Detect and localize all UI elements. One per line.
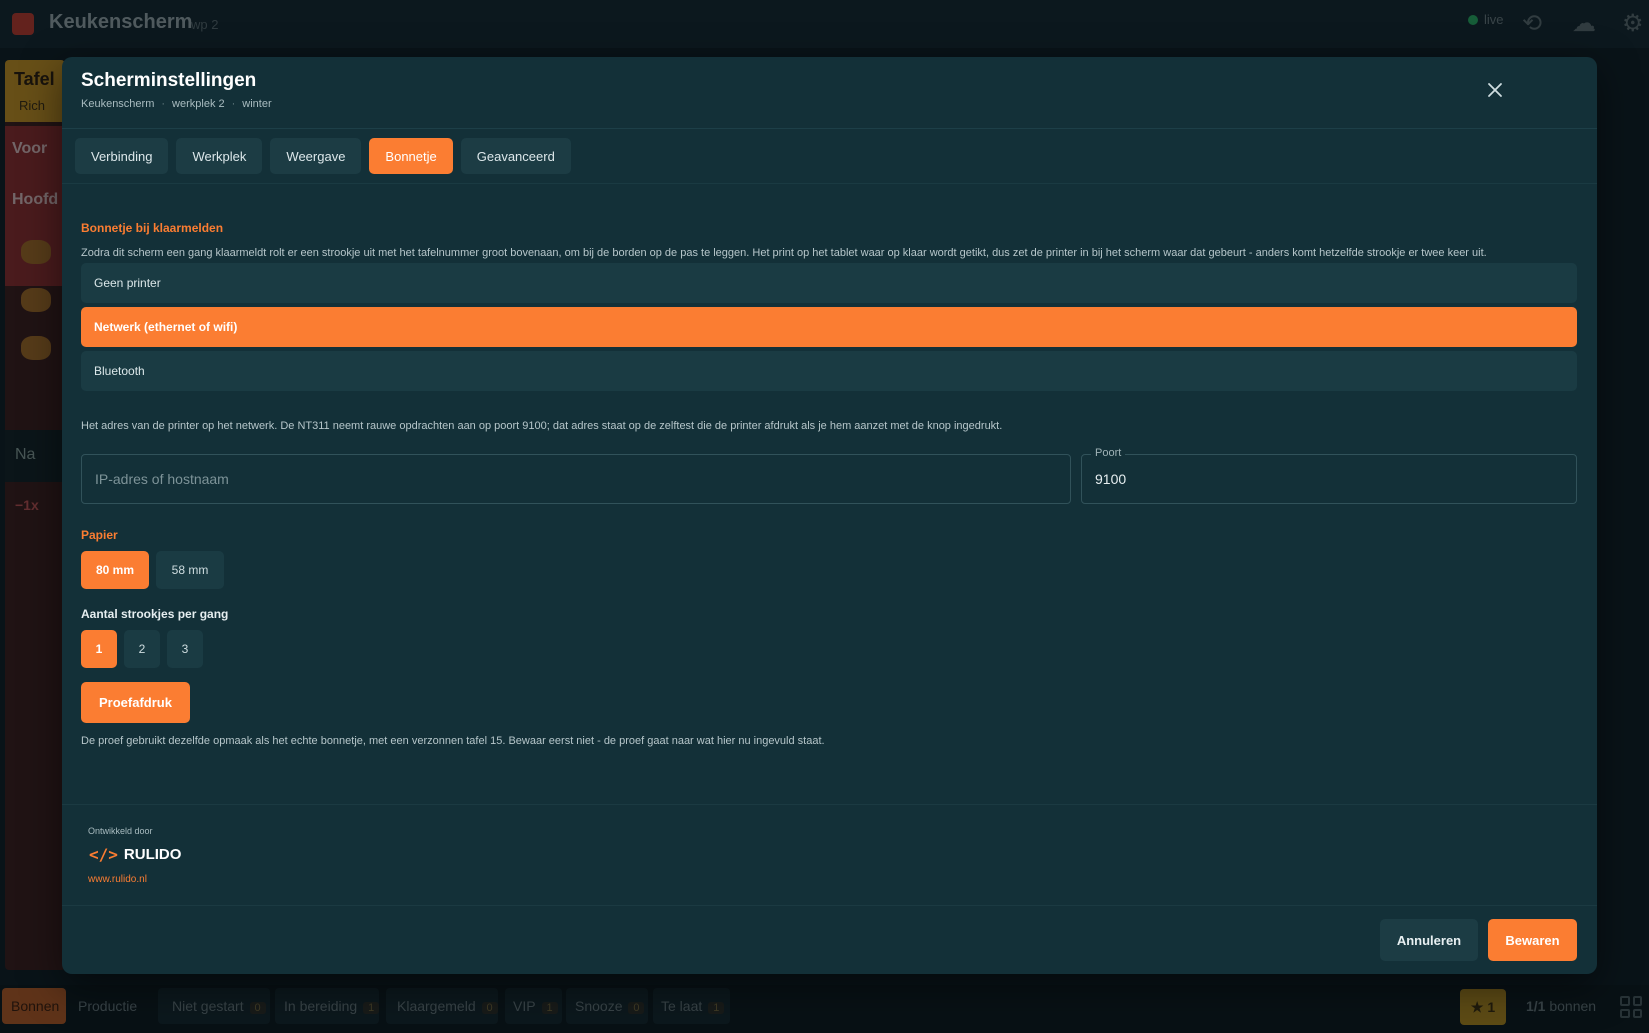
tab-verbinding[interactable]: Verbinding [75,138,169,174]
modal-header: Scherminstellingen Keukenscherm · werkpl… [62,57,1597,129]
paper-label: Papier [81,528,118,542]
save-button[interactable]: Bewaren [1488,919,1577,961]
footer-divider [62,804,1597,805]
tab-weergave[interactable]: Weergave [270,138,362,174]
close-icon[interactable] [1486,81,1504,99]
port-label: Poort [1091,447,1126,459]
copies-option-1[interactable]: 1 [81,630,117,668]
settings-tabs: Verbinding Werkplek Weergave Bonnetje Ge… [75,138,571,174]
test-print-button[interactable]: Proefafdruk [81,682,190,723]
network-description: Het adres van de printer op het netwerk.… [81,420,1003,432]
settings-modal: Scherminstellingen Keukenscherm · werkpl… [62,57,1597,974]
port-field: Poort [1081,447,1577,504]
developer-link[interactable]: www.rulido.nl [88,874,147,885]
printer-option-network[interactable]: Netwerk (ethernet of wifi) [81,307,1577,347]
code-brackets-icon: </> [89,845,118,864]
copies-label: Aantal strookjes per gang [81,607,229,621]
paper-option-80mm[interactable]: 80 mm [81,551,149,589]
developer-label: Ontwikkeld door [88,826,153,836]
tab-bonnetje[interactable]: Bonnetje [369,138,453,174]
section-description: Zodra dit scherm een gang klaarmeldt rol… [81,247,1487,259]
developer-brand: </> RULIDO [89,845,181,864]
printer-option-none[interactable]: Geen printer [81,263,1577,303]
modal-title: Scherminstellingen [81,70,257,91]
tab-divider [62,183,1597,184]
printer-option-bluetooth[interactable]: Bluetooth [81,351,1577,391]
ip-input[interactable] [82,455,1070,503]
breadcrumb-item: winter [242,98,272,110]
tab-werkplek[interactable]: Werkplek [176,138,263,174]
developer-name: RULIDO [123,846,182,863]
breadcrumb-item: werkplek 2 [172,98,225,110]
test-print-description: De proef gebruikt dezelfde opmaak als he… [81,735,825,747]
tab-geavanceerd[interactable]: Geavanceerd [460,138,571,174]
actions-divider [62,905,1597,906]
breadcrumb-separator: · [161,98,166,110]
port-input[interactable] [1082,455,1576,503]
breadcrumb-item: Keukenscherm [81,98,155,110]
breadcrumb: Keukenscherm · werkplek 2 · winter [81,98,272,110]
ip-field [81,454,1071,504]
breadcrumb-separator: · [231,98,236,110]
cancel-button[interactable]: Annuleren [1380,919,1478,961]
copies-option-3[interactable]: 3 [167,630,203,668]
copies-option-2[interactable]: 2 [124,630,160,668]
section-title: Bonnetje bij klaarmelden [81,221,224,235]
paper-option-58mm[interactable]: 58 mm [156,551,224,589]
